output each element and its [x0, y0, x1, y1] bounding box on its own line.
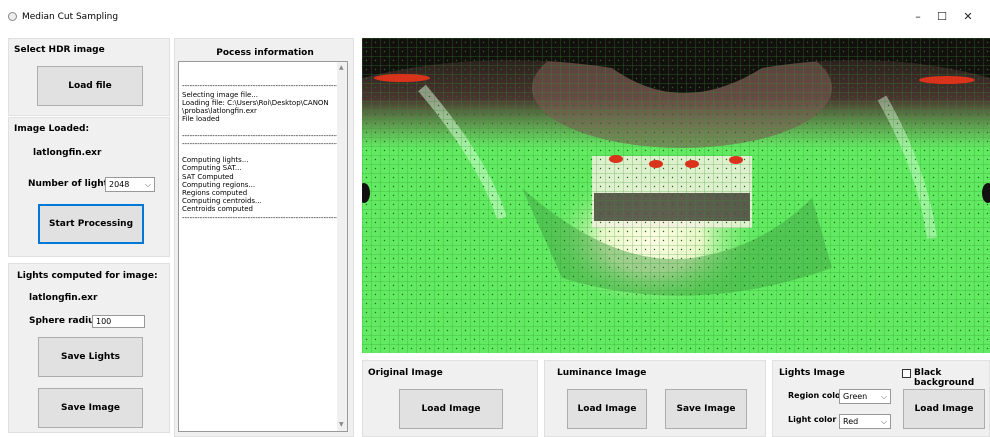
- hdr-preview-image: [362, 38, 990, 353]
- log-scrollbar[interactable]: ▲ ▼: [337, 62, 347, 431]
- image-loaded-panel: Image Loaded: latlongfin.exr Number of l…: [8, 117, 170, 257]
- process-info-heading: Pocess information: [216, 48, 314, 58]
- light-color-label: Light color: [788, 415, 837, 424]
- select-hdr-heading: Select HDR image: [14, 45, 105, 55]
- num-lights-select[interactable]: 2048 ⌵: [105, 177, 155, 192]
- luminance-load-image-button[interactable]: Load Image: [567, 389, 647, 429]
- scroll-up-icon[interactable]: ▲: [339, 64, 344, 72]
- app-icon: [8, 12, 17, 21]
- luminance-image-panel: Luminance Image Load Image Save Image: [544, 360, 766, 437]
- select-hdr-panel: Select HDR image Load file: [8, 38, 170, 116]
- lights-image-view: [362, 38, 990, 353]
- original-load-image-button[interactable]: Load Image: [399, 389, 503, 429]
- sphere-radius-input[interactable]: 100: [92, 315, 145, 328]
- chevron-down-icon: ⌵: [880, 417, 887, 426]
- lights-computed-panel: Lights computed for image: latlongfin.ex…: [8, 263, 170, 433]
- window-title: Median Cut Sampling: [22, 12, 119, 22]
- black-background-label: Black background: [914, 368, 975, 388]
- original-image-heading: Original Image: [368, 368, 443, 378]
- maximize-button[interactable]: ☐: [928, 7, 956, 27]
- chevron-down-icon: ⌵: [144, 180, 151, 189]
- loaded-filename: latlongfin.exr: [33, 148, 102, 158]
- num-lights-value: 2048: [109, 180, 130, 189]
- luminance-image-heading: Luminance Image: [557, 368, 647, 378]
- start-processing-button[interactable]: Start Processing: [38, 204, 144, 244]
- region-color-label: Region color: [788, 391, 845, 400]
- lights-filename: latlongfin.exr: [29, 293, 98, 303]
- black-background-checkbox[interactable]: [902, 369, 911, 378]
- close-button[interactable]: ✕: [954, 7, 982, 27]
- scroll-down-icon[interactable]: ▼: [339, 421, 344, 429]
- lights-image-heading: Lights Image: [779, 368, 845, 378]
- region-color-select[interactable]: Green ⌵: [839, 389, 891, 404]
- chevron-down-icon: ⌵: [880, 392, 887, 401]
- lights-image-panel: Lights Image Black background Region col…: [772, 360, 990, 437]
- sphere-radius-label: Sphere radius: [29, 316, 100, 326]
- image-loaded-heading: Image Loaded:: [14, 124, 90, 134]
- process-log-text: ----------------------------------------…: [182, 82, 348, 222]
- process-log[interactable]: ----------------------------------------…: [178, 61, 348, 432]
- light-color-value: Red: [843, 417, 859, 426]
- load-file-button[interactable]: Load file: [37, 66, 143, 106]
- original-image-panel: Original Image Load Image: [362, 360, 538, 437]
- lights-computed-heading: Lights computed for image:: [17, 271, 158, 281]
- luminance-save-image-button[interactable]: Save Image: [665, 389, 747, 429]
- region-color-value: Green: [843, 392, 868, 401]
- num-lights-label: Number of lights:: [28, 179, 117, 189]
- title-bar: Median Cut Sampling – ☐ ✕: [0, 0, 990, 31]
- save-lights-button[interactable]: Save Lights: [38, 337, 143, 377]
- lights-load-image-button[interactable]: Load Image: [903, 389, 985, 429]
- light-color-select[interactable]: Red ⌵: [839, 414, 891, 429]
- save-image-button[interactable]: Save Image: [38, 388, 143, 428]
